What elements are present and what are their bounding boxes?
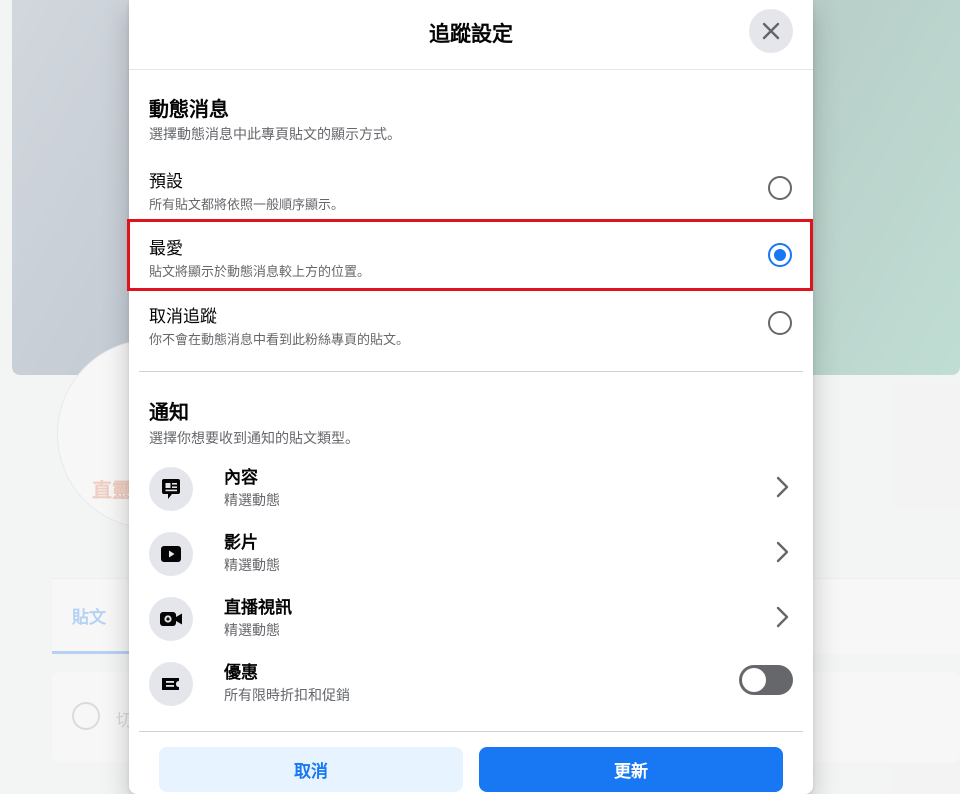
- offers-toggle[interactable]: [739, 665, 793, 695]
- chevron-right-icon: [776, 541, 789, 563]
- news-feed-subtitle: 選擇動態消息中此專頁貼文的顯示方式。: [149, 126, 401, 142]
- chevron-right-icon: [776, 476, 789, 498]
- notifications-title: 通知: [149, 402, 189, 424]
- option-description: 你不會在動態消息中看到此粉絲專頁的貼文。: [149, 332, 410, 347]
- notif-sublabel: 精選動態: [224, 492, 280, 508]
- notif-label: 內容: [224, 468, 258, 487]
- chat-bubble-icon: [149, 467, 193, 511]
- notif-row-videos[interactable]: 影片 精選動態: [129, 524, 813, 588]
- news-feed-title: 動態消息: [149, 99, 229, 121]
- notif-row-live-video[interactable]: 直播視訊 精選動態: [129, 589, 813, 653]
- footer-divider: [139, 731, 803, 732]
- notif-label: 直播視訊: [224, 598, 292, 617]
- radio-default[interactable]: [768, 176, 792, 200]
- follow-settings-dialog: 追蹤設定 動態消息 選擇動態消息中此專頁貼文的顯示方式。 預設 所有貼文都將依照…: [127, 0, 813, 794]
- coupon-icon: [149, 662, 193, 706]
- update-button[interactable]: 更新: [479, 747, 783, 792]
- dialog-title: 追蹤設定: [429, 23, 513, 46]
- video-play-icon: [149, 532, 193, 576]
- section-divider: [139, 371, 803, 372]
- notif-row-content[interactable]: 內容 精選動態: [129, 459, 813, 523]
- option-unfollow[interactable]: 取消追蹤 你不會在動態消息中看到此粉絲專頁的貼文。: [129, 290, 813, 356]
- notifications-subtitle: 選擇你想要收到通知的貼文類型。: [149, 430, 359, 446]
- cancel-button[interactable]: 取消: [159, 747, 463, 792]
- notif-label: 優惠: [224, 663, 258, 682]
- option-favorites[interactable]: 最愛 貼文將顯示於動態消息較上方的位置。: [129, 222, 813, 288]
- option-description: 貼文將顯示於動態消息較上方的位置。: [149, 264, 371, 279]
- option-label: 取消追蹤: [149, 307, 217, 326]
- close-icon: [762, 22, 780, 40]
- live-video-icon: [149, 597, 193, 641]
- notif-sublabel: 所有限時折扣和促銷: [224, 687, 350, 703]
- toggle-knob: [742, 668, 766, 692]
- notif-sublabel: 精選動態: [224, 622, 280, 638]
- notif-sublabel: 精選動態: [224, 557, 280, 573]
- option-description: 所有貼文都將依照一般順序顯示。: [149, 197, 345, 212]
- notif-label: 影片: [224, 533, 258, 552]
- dialog-header: 追蹤設定: [129, 0, 813, 70]
- option-default[interactable]: 預設 所有貼文都將依照一般順序顯示。: [129, 155, 813, 221]
- notif-row-offers: 優惠 所有限時折扣和促銷: [129, 654, 813, 718]
- radio-favorites[interactable]: [768, 243, 792, 267]
- close-button[interactable]: [749, 9, 793, 53]
- chevron-right-icon: [776, 606, 789, 628]
- option-label: 最愛: [149, 239, 183, 258]
- option-label: 預設: [149, 172, 183, 191]
- radio-unfollow[interactable]: [768, 311, 792, 335]
